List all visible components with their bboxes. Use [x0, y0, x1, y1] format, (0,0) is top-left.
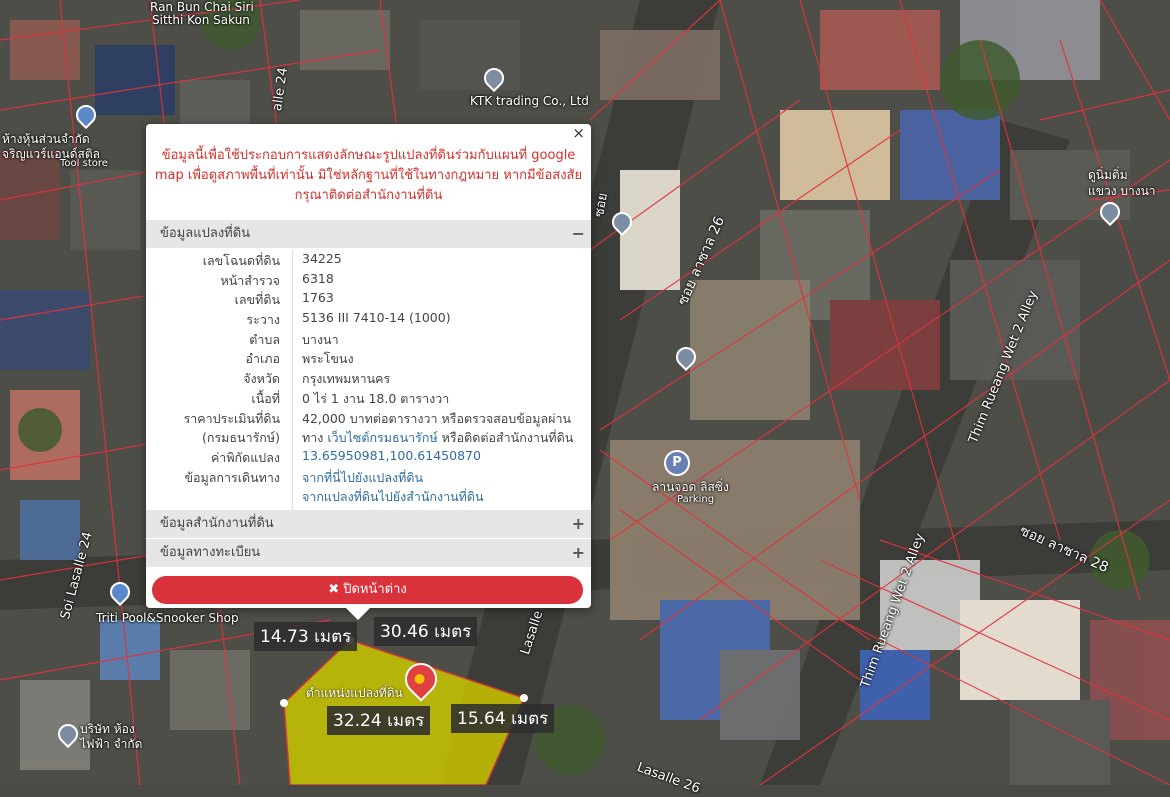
row-label: หน้าสำรวจ: [220, 272, 280, 288]
parcel-info-table: เลขโฉนดที่ดิน 34225 หน้าสำรวจ 6318 เลขที่ด…: [146, 250, 591, 506]
map-label-soi: ซอย: [591, 191, 611, 219]
row-value: 5136 III 7410-14 (1000): [302, 310, 451, 326]
row-value: 1763: [302, 290, 334, 306]
parking-icon[interactable]: P: [664, 450, 690, 476]
row-value: 34225: [302, 251, 342, 266]
row-label: ราคาประเมินที่ดิน: [183, 410, 280, 426]
directions-to-office-link[interactable]: จากแปลงที่ดินไปยังสำนักงานที่ดิน: [302, 489, 484, 504]
measurement-label: 32.24 เมตร: [327, 706, 431, 735]
row-value: 6318: [302, 270, 334, 286]
info-row: ตำบล บางนา: [146, 329, 591, 349]
expand-icon[interactable]: +: [572, 539, 585, 567]
row-value: บางนา: [302, 331, 339, 347]
directions-row-2: จากแปลงที่ดินไปยังสำนักงานที่ดิน: [146, 486, 591, 506]
map-label-ktk: KTK trading Co., Ltd: [470, 94, 589, 108]
row-label: ระวาง: [246, 312, 280, 328]
section-registry-header[interactable]: ข้อมูลทางทะเบียน +: [146, 539, 591, 567]
row-value: จากแปลงที่ดินไปยังสำนักงานที่ดิน: [302, 487, 484, 507]
section-office-header[interactable]: ข้อมูลสำนักงานที่ดิน +: [146, 510, 591, 538]
parcel-location-label: ตำแหน่งแปลงที่ดิน: [306, 686, 403, 700]
row-text: หรือติดต่อสำนักงานที่ดิน: [437, 430, 574, 446]
price-row: ราคาประเมินที่ดิน 42,000 บาทต่อตารางวา หร…: [146, 408, 591, 428]
row-text: ทาง: [302, 430, 328, 446]
info-row: เลขโฉนดที่ดิน 34225: [146, 250, 591, 270]
row-value: 0 ไร่ 1 งาน 18.0 ตารางวา: [302, 390, 450, 406]
parcel-info-popup: × ข้อมูลนี้เพื่อใช้ประกอบการแสดงลักษณะรู…: [146, 124, 591, 620]
map-label-triti: Triti Pool&Snooker Shop: [96, 611, 239, 625]
row-value: จากที่นี่ไปยังแปลงที่ดิน: [302, 468, 423, 488]
row-label: เลขโฉนดที่ดิน: [202, 253, 280, 268]
row-value: 13.65950981,100.61450870: [302, 448, 481, 463]
row-label: เนื้อที่: [251, 390, 280, 406]
info-row: เนื้อที่ 0 ไร่ 1 งาน 18.0 ตารางวา: [146, 388, 591, 408]
row-label: ข้อมูลการเดินทาง: [184, 469, 280, 485]
directions-row: ข้อมูลการเดินทาง จากที่นี่ไปยังแปลงที่ดิน: [146, 467, 591, 487]
collapse-icon[interactable]: −: [572, 220, 585, 248]
info-row: ระวาง 5136 III 7410-14 (1000): [146, 309, 591, 329]
expand-icon[interactable]: +: [572, 510, 585, 538]
coordinate-row: ค่าพิกัดแปลง 13.65950981,100.61450870: [146, 447, 591, 467]
info-row: เลขที่ดิน 1763: [146, 289, 591, 309]
map-label-ran-bun: Ran Bun Chai Siri: [150, 0, 254, 14]
row-label: (กรมธนารักษ์): [202, 430, 280, 446]
row-label: เลขที่ดิน: [234, 292, 280, 308]
row-value: ทาง เว็บไซต์กรมธนารักษ์ หรือติดต่อสำนักง…: [302, 428, 573, 448]
map-label-parking: Parking: [677, 494, 715, 505]
section-title: ข้อมูลทางทะเบียน: [160, 545, 261, 560]
treasury-website-link[interactable]: เว็บไซต์กรมธนารักษ์: [327, 430, 437, 445]
measurement-label: 15.64 เมตร: [451, 704, 555, 733]
map-label-sitthi: Sitthi Kon Sakun: [152, 13, 250, 27]
row-label: ค่าพิกัดแปลง: [210, 449, 280, 465]
close-window-button[interactable]: ✖ ปิดหน้าต่าง: [152, 576, 583, 604]
coordinate-link[interactable]: 13.65950981,100.61450870: [302, 448, 481, 463]
measurement-label: 14.73 เมตร: [254, 622, 358, 651]
section-title: ข้อมูลสำนักงานที่ดิน: [160, 516, 274, 531]
map-label-bang-na: แขวง บางนา: [1088, 184, 1156, 198]
section-title: ข้อมูลแปลงที่ดิน: [160, 226, 251, 241]
disclaimer-notice: ข้อมูลนี้เพื่อใช้ประกอบการแสดงลักษณะรูปแ…: [154, 148, 583, 203]
close-icon[interactable]: ×: [572, 124, 585, 142]
row-label: ตำบล: [249, 331, 280, 347]
map-label-company-2: ไฟฟ้า จำกัด: [80, 737, 143, 751]
row-label: อำเภอ: [245, 351, 280, 367]
row-value: พระโขนง: [302, 351, 354, 367]
row-value: 42,000 บาทต่อตารางวา หรือตรวจสอบข้อมูลผ่…: [302, 410, 572, 426]
info-row: หน้าสำรวจ 6318: [146, 270, 591, 290]
directions-to-parcel-link[interactable]: จากที่นี่ไปยังแปลงที่ดิน: [302, 470, 423, 485]
row-label: จังหวัด: [243, 371, 280, 387]
price-row-2: (กรมธนารักษ์) ทาง เว็บไซต์กรมธนารักษ์ หรื…: [146, 427, 591, 447]
measurement-label: 30.46 เมตร: [374, 617, 478, 646]
info-row: จังหวัด กรุงเทพมหานคร: [146, 368, 591, 388]
section-parcel-header[interactable]: ข้อมูลแปลงที่ดิน −: [146, 220, 591, 248]
info-row: อำเภอ พระโขนง: [146, 348, 591, 368]
map-label-tool-store: Tool store: [60, 158, 108, 169]
row-value: กรุงเทพมหานคร: [302, 371, 391, 387]
